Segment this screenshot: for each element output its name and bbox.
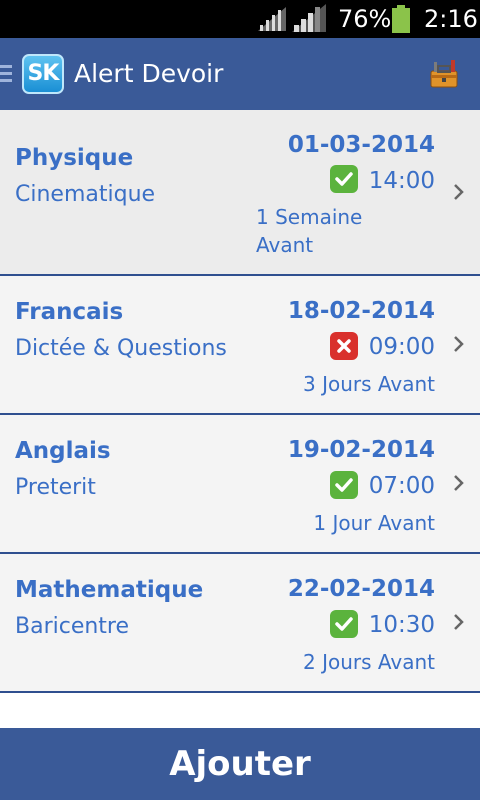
relative-time: 2 Jours Avant <box>302 650 435 674</box>
list-item[interactable]: Physique Cinematique 01-03-2014 14:00 1 … <box>0 110 480 276</box>
list-item[interactable]: Francais Dictée & Questions 18-02-2014 0… <box>0 276 480 415</box>
date-label: 01-03-2014 <box>287 132 435 158</box>
cross-icon <box>330 332 358 360</box>
list-item[interactable]: Anglais Preterit 19-02-2014 07:00 1 Jour… <box>0 415 480 554</box>
toolbox-icon[interactable] <box>428 58 460 90</box>
battery-icon <box>392 5 410 33</box>
chevron-right-icon <box>454 614 464 630</box>
relative-time: 3 Jours Avant <box>302 372 435 396</box>
relative-time: 1 Jour Avant <box>313 511 435 535</box>
list-empty-area <box>0 696 480 728</box>
check-icon <box>330 471 358 499</box>
topic-label: Baricentre <box>15 614 130 639</box>
subject-label: Mathematique <box>15 577 204 603</box>
list-item[interactable]: Mathematique Baricentre 22-02-2014 10:30… <box>0 554 480 693</box>
date-label: 19-02-2014 <box>287 437 435 463</box>
check-icon <box>330 165 358 193</box>
clock: 2:16 <box>424 5 478 33</box>
app-title: Alert Devoir <box>74 59 224 88</box>
chevron-right-icon <box>454 336 464 352</box>
subject-label: Anglais <box>15 438 111 464</box>
chevron-right-icon <box>454 184 464 200</box>
time-label: 07:00 <box>368 473 435 499</box>
cell-signal-icon <box>292 4 326 32</box>
date-label: 22-02-2014 <box>287 576 435 602</box>
relative-time: 1 Semaine Avant <box>256 203 436 259</box>
menu-icon[interactable] <box>0 63 14 85</box>
subject-label: Francais <box>15 299 124 325</box>
time-label: 14:00 <box>368 168 435 194</box>
relative-time-line-2: Avant <box>256 233 314 257</box>
status-bar: 76% 2:16 <box>0 0 480 38</box>
topic-label: Cinematique <box>15 182 156 207</box>
topic-label: Dictée & Questions <box>15 336 227 361</box>
time-label: 10:30 <box>368 612 435 638</box>
topic-label: Preterit <box>15 475 96 500</box>
check-icon <box>330 610 358 638</box>
app-logo[interactable]: SK <box>22 54 64 94</box>
subject-label: Physique <box>15 145 134 171</box>
battery-percent: 76% <box>338 5 392 33</box>
time-label: 09:00 <box>368 334 435 360</box>
add-button[interactable]: Ajouter <box>0 728 480 800</box>
wifi-signal-icon <box>258 7 286 31</box>
action-bar: SK Alert Devoir <box>0 38 480 110</box>
date-label: 18-02-2014 <box>287 298 435 324</box>
homework-list: Physique Cinematique 01-03-2014 14:00 1 … <box>0 110 480 693</box>
relative-time-line-1: 1 Semaine <box>256 205 363 229</box>
chevron-right-icon <box>454 475 464 491</box>
